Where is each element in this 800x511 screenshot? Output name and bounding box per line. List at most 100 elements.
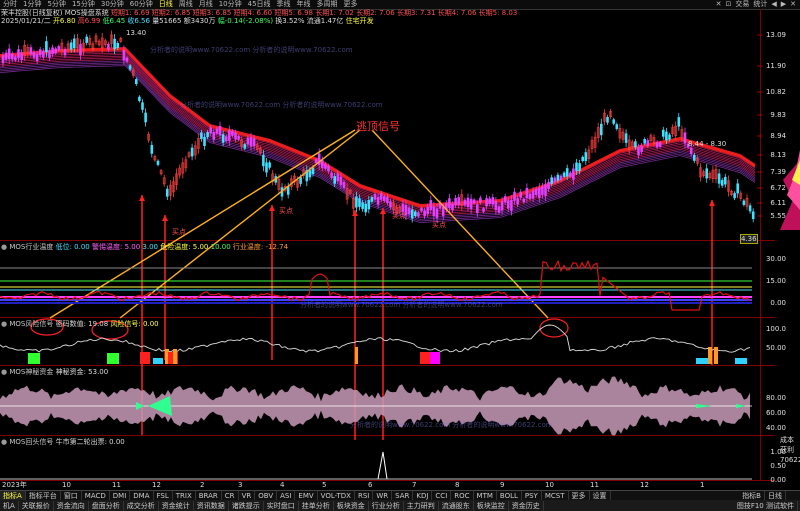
candle-body: [485, 198, 488, 207]
candle-body: [665, 131, 668, 141]
candle-body: [41, 50, 45, 58]
panel4_axis-tick-2: 40.00: [765, 424, 786, 432]
candle-body: [265, 162, 268, 173]
panel3-title[interactable]: MOS风险信号: [9, 320, 53, 328]
candle-body: [122, 50, 126, 61]
candle-body: [516, 198, 519, 205]
candle-body: [441, 207, 445, 217]
function-tab-6[interactable]: 资讯数据: [194, 500, 229, 511]
candle-body: [364, 203, 368, 213]
price-tick-3: 9.83: [770, 111, 786, 119]
candle-body: [125, 57, 129, 62]
candle-body: [367, 199, 371, 210]
candle-body: [333, 176, 337, 184]
candle-body: [234, 132, 237, 140]
panel3-risk: 风险信号: 0.00: [110, 320, 159, 328]
panel2-danger: 危险温度: 5.00: [160, 243, 209, 251]
candle-body: [299, 177, 302, 184]
risk-block-3: [153, 358, 163, 364]
candle-body: [32, 51, 36, 58]
function-tab-9[interactable]: 挂单分析: [299, 500, 334, 511]
candle-body: [683, 132, 687, 144]
candle-body: [243, 144, 247, 149]
candle-body: [581, 156, 585, 162]
candle-body: [578, 163, 581, 172]
candle-body: [469, 198, 473, 210]
right-strip-profit[interactable]: 获利: [780, 446, 794, 454]
candle-body: [661, 129, 665, 137]
function-tab-14[interactable]: 板块监控: [474, 500, 509, 511]
candle-body: [525, 187, 529, 199]
date-month-10: 9: [500, 481, 505, 489]
candle-body: [534, 189, 538, 196]
panel5-dot: ●: [1, 438, 8, 446]
panel2-title[interactable]: MOS行业温度: [9, 243, 53, 251]
function-tab-1[interactable]: 关联报价: [19, 500, 54, 511]
function-tab-2[interactable]: 资金流向: [54, 500, 89, 511]
candle-body: [144, 112, 147, 123]
candle-body: [311, 167, 315, 175]
candle-body: [45, 41, 48, 53]
function-tab-10[interactable]: 板块资金: [334, 500, 369, 511]
candle-body: [237, 135, 240, 140]
candle-body: [376, 196, 380, 205]
candle-body: [308, 170, 312, 178]
date-month-14: 1: [700, 481, 705, 489]
function-tab-3[interactable]: 盘面分析: [89, 500, 124, 511]
function-tab-12[interactable]: 主力研判: [404, 500, 439, 511]
candle-body: [451, 203, 454, 211]
panel-separator-3: [0, 435, 775, 436]
function-tab-7[interactable]: 诸跌提示: [229, 500, 264, 511]
candle-body: [135, 79, 138, 85]
function-tab-4[interactable]: 成交分析: [124, 500, 159, 511]
risk-block-11: [708, 347, 712, 364]
candle-body: [494, 201, 498, 211]
candle-body: [212, 132, 216, 140]
candle-body: [640, 145, 643, 152]
escape-top-signal-label: 逃顶信号: [356, 120, 400, 133]
candle-body: [268, 162, 271, 168]
buy-arrow-head-5: [709, 200, 715, 206]
panel4-title[interactable]: MOS神秘资金: [9, 368, 53, 376]
candle-body: [206, 132, 209, 138]
candle-body: [544, 184, 547, 196]
candle-body: [429, 200, 433, 210]
function-tab-right[interactable]: 图技F10 测试软件: [734, 500, 798, 511]
candle-body: [339, 176, 343, 186]
panel3-code: 密码数值: 19.08: [55, 320, 109, 328]
candle-body: [410, 209, 414, 219]
function-tab-15[interactable]: 资金历史: [509, 500, 544, 511]
candle-body: [38, 49, 42, 56]
candle-body: [389, 201, 392, 208]
candle-body: [57, 46, 61, 51]
function-tab-11[interactable]: 行业分析: [369, 500, 404, 511]
function-tab-8[interactable]: 实时盘口: [264, 500, 299, 511]
panel4-caption: ● MOS神秘资金 神秘资金: 53.00: [1, 367, 108, 377]
candle-body: [4, 52, 8, 60]
price-tick-9: 5.55: [770, 212, 786, 220]
panel5-title[interactable]: MOS回头信号: [9, 438, 53, 446]
function-tab-0[interactable]: 机A: [0, 500, 19, 511]
candle-body: [203, 137, 206, 146]
candle-body: [634, 141, 637, 148]
candle-body: [550, 177, 554, 184]
candle-body: [723, 176, 727, 185]
buy-label-2: 买点: [279, 207, 293, 215]
date-month-3: 2: [200, 481, 205, 489]
candle-body: [252, 138, 256, 147]
function-tab-13[interactable]: 流通股东: [439, 500, 474, 511]
candle-body: [475, 204, 479, 214]
candle-body: [537, 187, 541, 198]
signal-circle-2: [539, 318, 569, 338]
candle-body: [17, 49, 20, 59]
panel4_axis-tick-0: 80.00: [765, 394, 786, 402]
buy-label-1: 买点: [172, 228, 186, 236]
watermark-3: 分析者的说明www.70622.com 分析者的说明www.70622.com: [300, 301, 503, 309]
function-tab-5[interactable]: 资金统计: [159, 500, 194, 511]
candle-body: [361, 202, 364, 209]
candle-body: [262, 155, 265, 167]
candle-body: [166, 188, 169, 197]
right-strip-cost[interactable]: 成本: [780, 436, 794, 444]
high-marker: 13.40: [126, 29, 147, 37]
candle-body: [584, 152, 588, 162]
